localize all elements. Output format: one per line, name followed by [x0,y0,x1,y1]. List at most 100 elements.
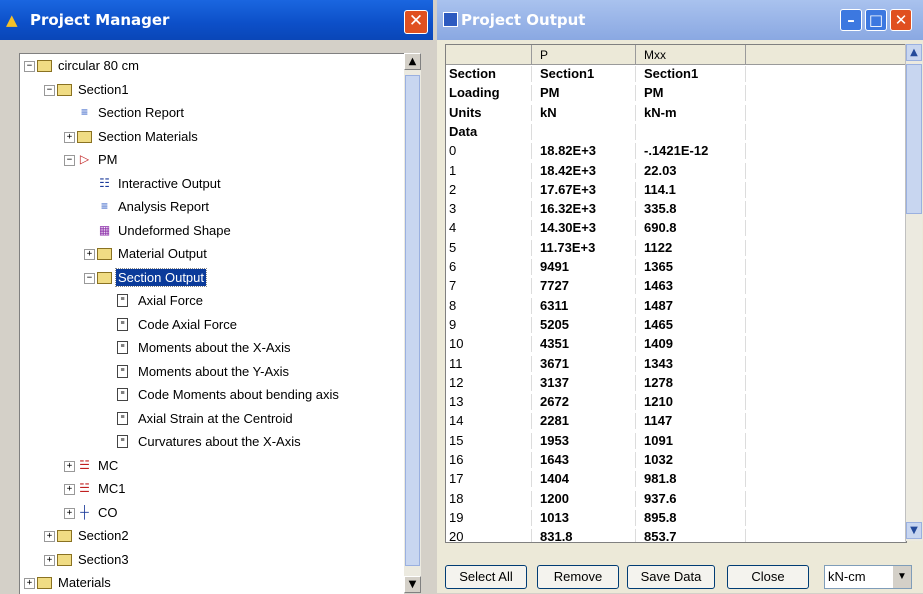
tree-scrollbar[interactable]: ▲ ▼ [404,53,421,593]
tree-node[interactable]: ☷ Interactive Output [20,174,404,196]
tree-node-label: Interactive Output [118,175,221,191]
table-row[interactable]: 11 3671 1343 [446,355,906,372]
tree-node[interactable]: + Material Output [20,244,404,266]
scroll-up-icon[interactable]: ▲ [906,44,922,61]
table-row[interactable]: 2 17.67E+3 114.1 [446,181,906,198]
table-row[interactable]: Section Section1 Section1 [446,66,906,82]
tree-node[interactable]: + ☱ MC1 [20,479,404,501]
collapse-icon[interactable]: − [44,84,55,96]
table-row[interactable]: 15 1953 1091 [446,432,906,449]
tree-node[interactable]: + Section3 [20,550,404,572]
save-data-button[interactable]: Save Data [627,565,715,589]
tree-node[interactable]: ≡ Code Axial Force [20,315,404,337]
project-output-titlebar[interactable]: Project Output – □ ✕ [437,0,923,40]
minimize-icon[interactable]: – [840,9,862,31]
tree-node[interactable]: − Section1 [20,80,404,102]
select-all-button[interactable]: Select All [445,565,527,589]
tree-node-label: Section Report [98,105,184,120]
table-row[interactable]: 13 2672 1210 [446,394,906,411]
expand-icon[interactable]: + [44,554,55,566]
table-row[interactable]: 16 1643 1032 [446,452,906,468]
scroll-down-icon[interactable]: ▼ [906,522,922,539]
table-row[interactable]: 17 1404 981.8 [446,471,906,488]
table-cell [746,162,906,179]
table-row[interactable]: 10 4351 1409 [446,336,906,353]
tree-node[interactable]: − ▷ PM [20,150,404,172]
expand-icon[interactable]: + [64,460,75,472]
table-row[interactable]: 1 18.42E+3 22.03 [446,162,906,179]
tree-node[interactable]: ≡ Analysis Report [20,197,404,219]
table-row[interactable]: 6 9491 1365 [446,259,906,275]
scroll-thumb[interactable] [906,64,922,214]
tree-node[interactable]: − Section Output [20,267,404,290]
table-row[interactable]: 5 11.73E+3 1122 [446,239,906,256]
table-row[interactable]: 7 7727 1463 [446,278,906,295]
tree-node-label: MC1 [98,481,126,496]
column-header[interactable] [446,45,532,65]
tree-node[interactable]: ≡ Moments about the X-Axis [20,338,404,360]
table-row[interactable]: 19 1013 895.8 [446,509,906,526]
tree-node[interactable]: ≡ Curvatures about the X-Axis [20,432,404,454]
grid-scrollbar[interactable]: ▲ ▼ [905,44,922,541]
table-cell: 1032 [636,452,746,468]
tree-node[interactable]: ▦ Undeformed Shape [20,221,404,243]
table-row[interactable]: 0 18.82E+3 -.1421E-12 [446,143,906,160]
table-cell [636,123,746,140]
table-cell [746,471,906,488]
tree-node[interactable]: + Section2 [20,526,404,548]
expand-icon[interactable]: + [64,131,75,143]
scroll-up-icon[interactable]: ▲ [404,53,421,70]
table-row[interactable]: 20 831.8 853.7 [446,529,906,542]
column-header[interactable]: Mxx [636,45,746,65]
scroll-thumb[interactable] [405,75,420,566]
tree-node[interactable]: ≡ Section Report [20,103,404,125]
tree-node[interactable]: ≡ Axial Strain at the Centroid [20,409,404,431]
tree-node[interactable]: ≡ Code Moments about bending axis [20,385,404,407]
column-header[interactable]: P [532,45,636,65]
expand-icon[interactable]: + [24,578,35,589]
expand-icon[interactable]: + [64,507,75,519]
table-row[interactable]: 14 2281 1147 [446,413,906,430]
table-cell: 17 [446,471,532,488]
shape-icon: ▦ [98,222,111,237]
table-row[interactable]: 3 16.32E+3 335.8 [446,201,906,218]
expand-icon[interactable]: + [64,484,75,495]
table-row[interactable]: 12 3137 1278 [446,374,906,391]
tree-node[interactable]: ≡ Axial Force [20,291,404,313]
collapse-icon[interactable]: − [84,272,95,284]
table-cell: 895.8 [636,509,746,526]
table-cell: 831.8 [532,529,636,542]
collapse-icon[interactable]: − [64,155,75,166]
tree-node[interactable]: + Materials [20,573,404,594]
tree-node[interactable]: − circular 80 cm [20,56,404,78]
table-row[interactable]: 4 14.30E+3 690.8 [446,220,906,237]
project-tree[interactable]: − circular 80 cm − Section1 ≡ Section Report +… [19,53,404,594]
table-cell [746,259,906,275]
table-cell [746,123,906,140]
tree-node[interactable]: + ☱ MC [20,456,404,478]
remove-button[interactable]: Remove [537,565,619,589]
table-row[interactable]: 18 1200 937.6 [446,490,906,507]
expand-icon[interactable]: + [84,249,95,260]
project-manager-titlebar[interactable]: ▲ Project Manager [0,0,433,40]
tree-node[interactable]: ≡ Moments about the Y-Axis [20,362,404,384]
scroll-down-icon[interactable]: ▼ [404,576,421,593]
column-header[interactable] [746,45,906,65]
table-row[interactable]: Data [446,123,906,140]
close-button[interactable]: Close [727,565,809,589]
table-row[interactable]: 8 6311 1487 [446,297,906,314]
close-icon[interactable]: ✕ [890,9,912,31]
close-icon[interactable]: ✕ [404,10,428,34]
expand-icon[interactable]: + [44,531,55,542]
tree-node[interactable]: + ┼ CO [20,503,404,525]
chevron-down-icon[interactable]: ▼ [893,566,911,588]
table-cell [746,336,906,353]
table-row[interactable]: 9 5205 1465 [446,316,906,333]
units-select[interactable]: kN-cm ▼ [824,565,912,589]
tree-node[interactable]: + Section Materials [20,127,404,149]
output-grid[interactable]: P Mxx Section Section1 Section1 Loading PM PM Un… [445,44,907,543]
table-row[interactable]: Units kN kN-m [446,104,906,121]
table-row[interactable]: Loading PM PM [446,85,906,102]
collapse-icon[interactable]: − [24,61,35,72]
maximize-icon[interactable]: □ [865,9,887,31]
